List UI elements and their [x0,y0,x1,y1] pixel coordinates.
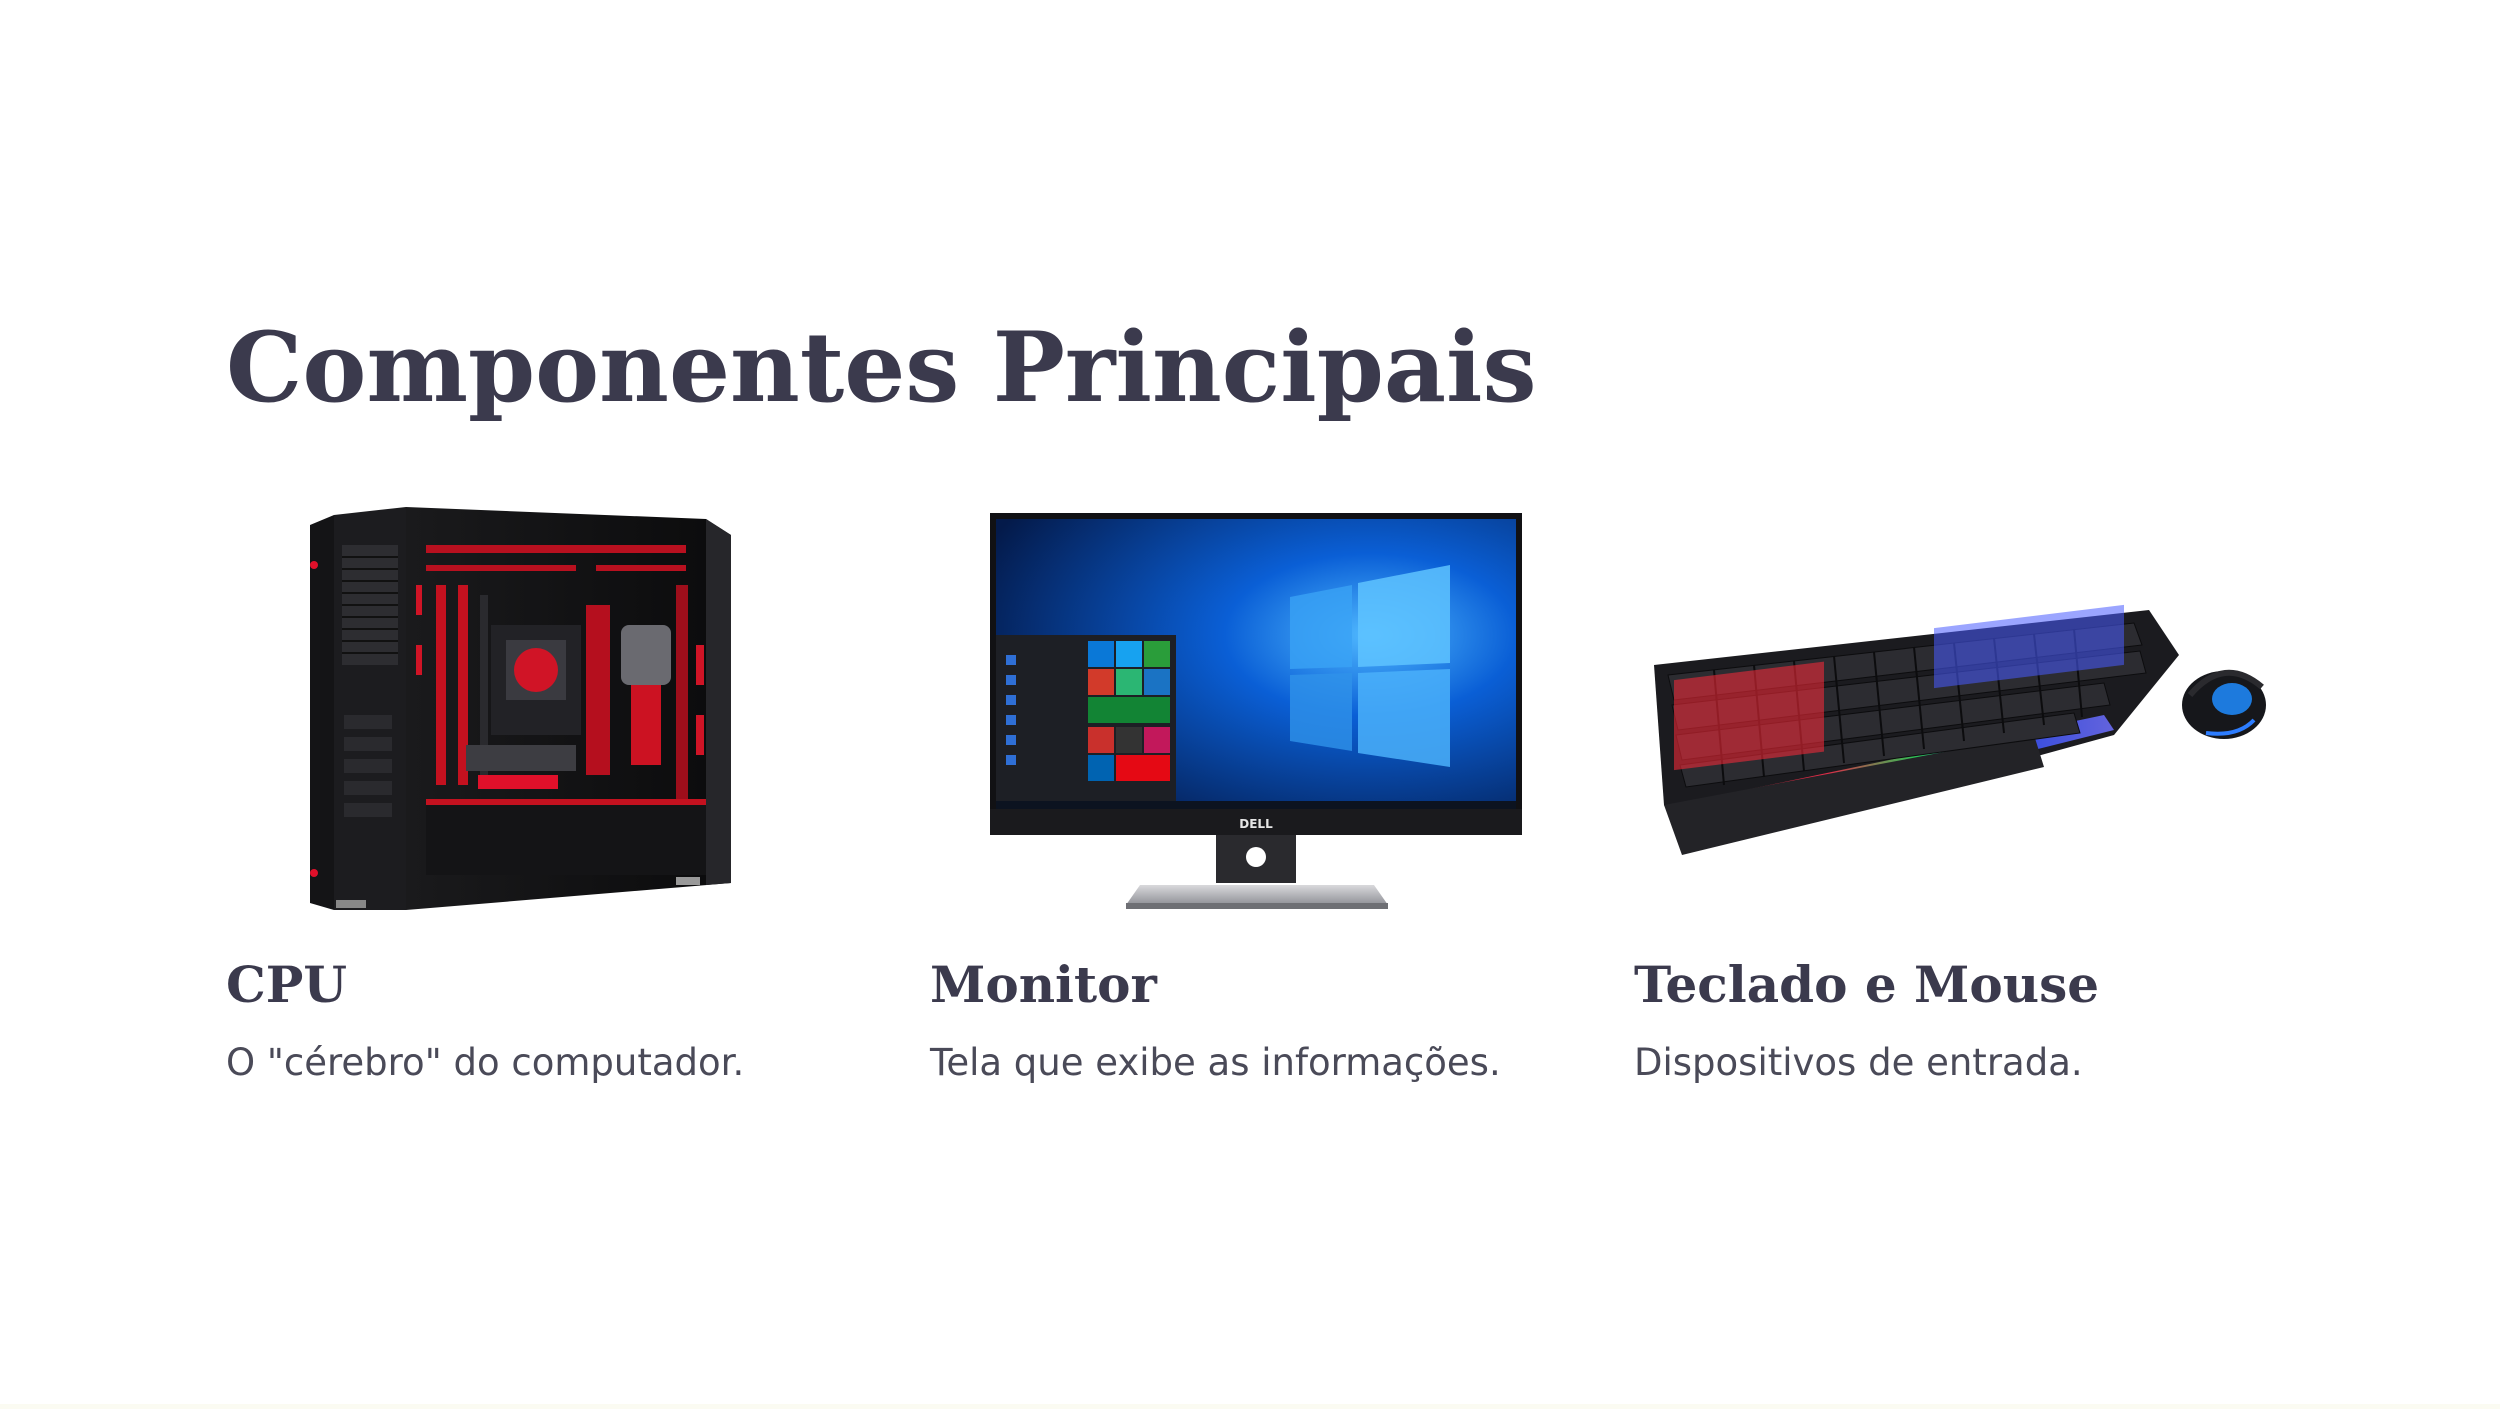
slide-title: Componentes Principais [226,311,1537,424]
card-keyboard-mouse: Teclado e Mouse Dispositivos de entrada. [1634,505,2294,1084]
keyboard-mouse-image [1634,505,2294,910]
cpu-image [226,505,886,910]
dell-logo: DELL [1239,817,1273,831]
card-title-cpu: CPU [226,955,347,1014]
card-monitor: DELL Monitor Tela que exibe as informaçõ… [930,505,1590,1084]
card-cpu: CPU O "cérebro" do computador. [226,505,886,1084]
card-title-monitor: Monitor [930,955,1157,1014]
slide: Componentes Principais CPU O "cérebro" d… [0,0,2500,1409]
card-desc-keyboard-mouse: Dispositivos de entrada. [1634,1041,2083,1084]
card-title-keyboard-mouse: Teclado e Mouse [1634,955,2100,1014]
card-desc-cpu: O "cérebro" do computador. [226,1041,745,1084]
card-desc-monitor: Tela que exibe as informações. [930,1041,1501,1084]
bottom-divider [0,1404,2500,1409]
monitor-image: DELL [930,505,1590,910]
